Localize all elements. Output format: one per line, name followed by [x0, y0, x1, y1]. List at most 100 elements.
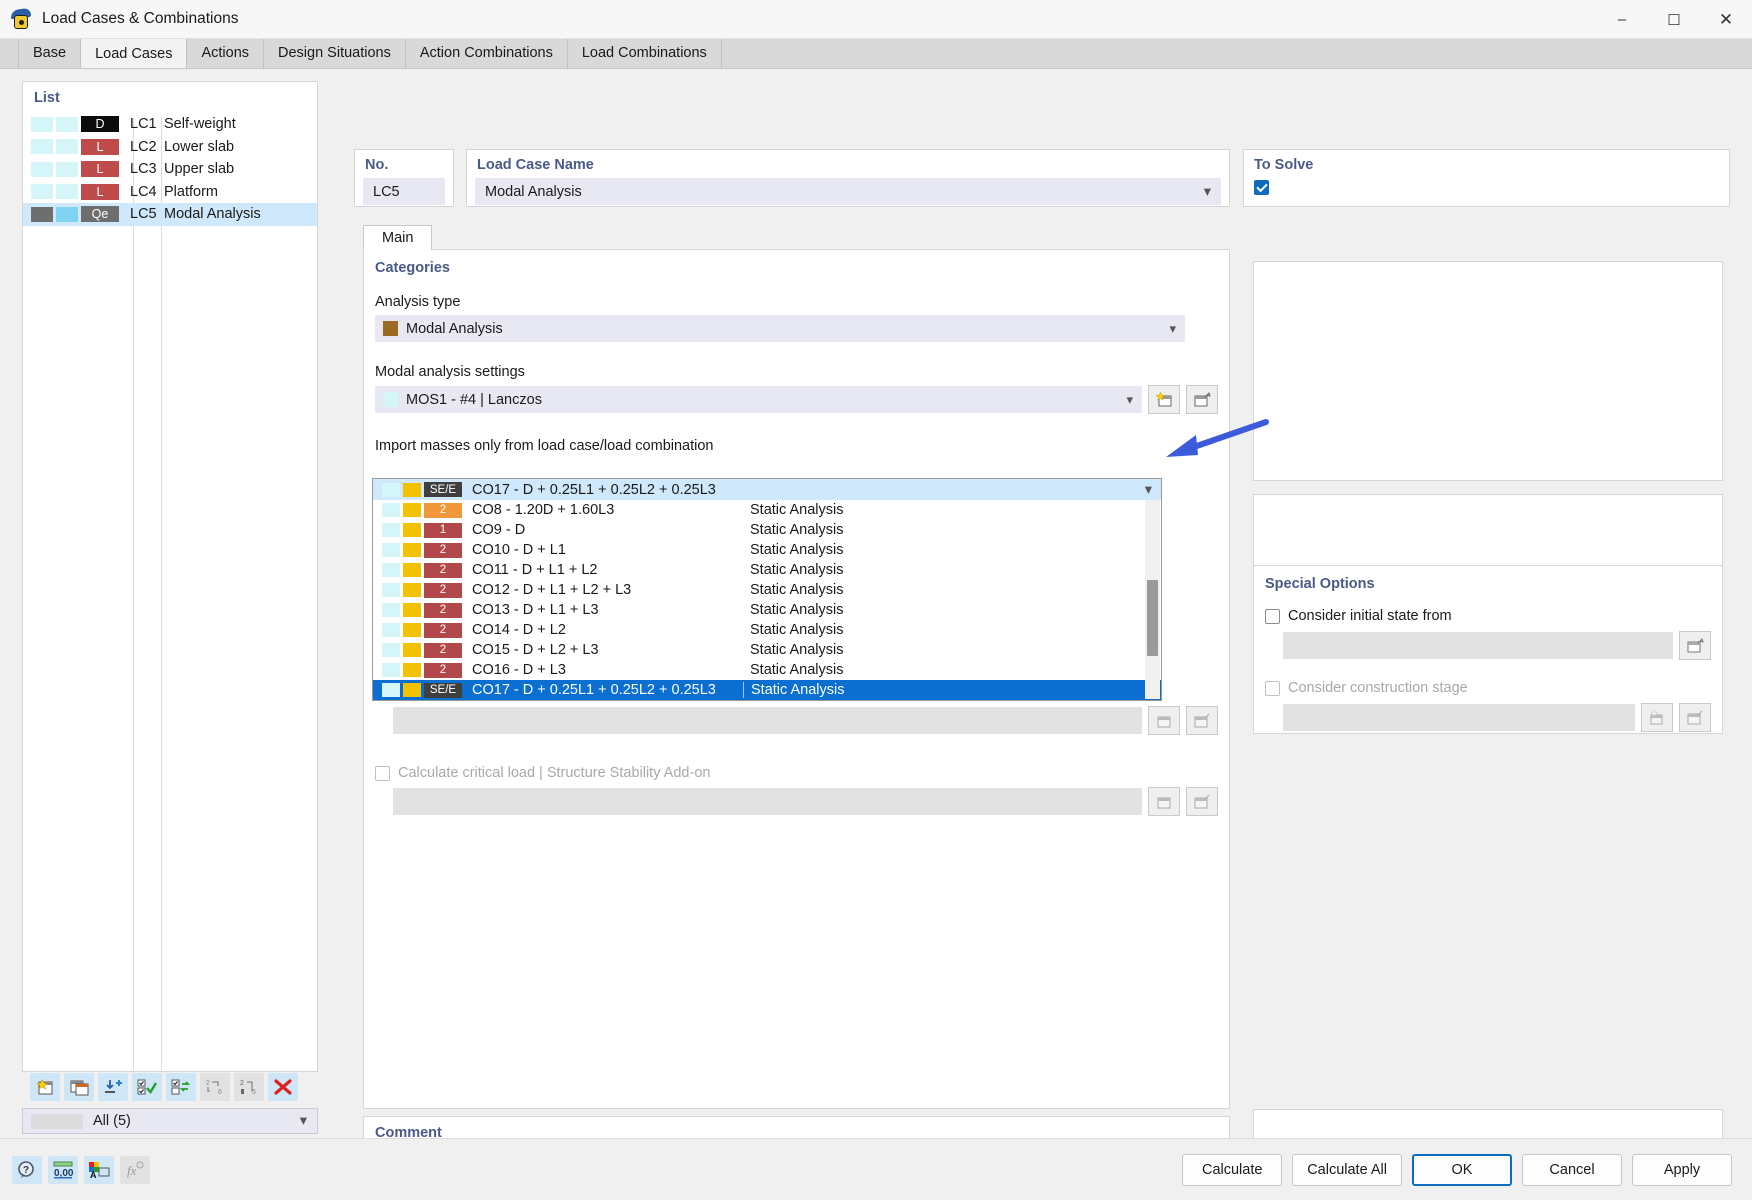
item-name: CO14 - D + L2: [472, 622, 566, 638]
dropdown-item[interactable]: 2 CO8 - 1.20D + 1.60L3 Static Analysis: [373, 500, 1161, 520]
apply-button[interactable]: Apply: [1632, 1153, 1732, 1186]
button-label: Calculate All: [1307, 1161, 1387, 1178]
item-analysis-type: Static Analysis: [750, 642, 844, 658]
critical-load-checkbox[interactable]: [375, 765, 390, 781]
new-modal-settings-button[interactable]: [1148, 385, 1180, 414]
renumber-button[interactable]: 26: [200, 1073, 230, 1101]
scrollbar-thumb[interactable]: [1147, 580, 1158, 656]
new-construction-stage-button: [1641, 703, 1673, 732]
to-solve-label: To Solve: [1254, 157, 1314, 173]
dropdown-scrollbar[interactable]: [1145, 500, 1160, 699]
pointer-arrow-annotation: [1166, 419, 1269, 457]
import-masses-label: Import masses only from load case/load c…: [375, 438, 714, 454]
load-case-row[interactable]: D LC1 Self-weight: [23, 113, 317, 136]
delete-load-case-button[interactable]: [268, 1073, 298, 1101]
select-all-button[interactable]: [132, 1073, 162, 1101]
analysis-type-select[interactable]: Modal Analysis ▾: [375, 315, 1185, 342]
insert-load-case-button[interactable]: [98, 1073, 128, 1101]
calculate-all-button[interactable]: Calculate All: [1292, 1153, 1402, 1186]
item-analysis-type: Static Analysis: [750, 622, 844, 638]
units-button[interactable]: 0,00: [48, 1155, 78, 1184]
dropdown-item[interactable]: 2 CO10 - D + L1 Static Analysis: [373, 540, 1161, 560]
tab-load-cases[interactable]: Load Cases: [80, 38, 188, 68]
title-bar: Load Cases & Combinations – ☐ ✕: [0, 0, 1752, 39]
formula-button[interactable]: fx: [120, 1155, 150, 1184]
construction-stage-checkbox[interactable]: [1265, 680, 1280, 696]
edit-modal-settings-button[interactable]: [1186, 385, 1218, 414]
dropdown-item[interactable]: 2 CO13 - D + L1 + L3 Static Analysis: [373, 600, 1161, 620]
right-mid-panel: [1253, 494, 1723, 566]
dropdown-item[interactable]: 2 CO11 - D + L1 + L2 Static Analysis: [373, 560, 1161, 580]
tab-actions[interactable]: Actions: [186, 38, 265, 68]
button-label: Cancel: [1549, 1161, 1595, 1178]
item-badge: 2: [424, 502, 462, 518]
tab-strip: Base Load Cases Actions Design Situations Ac…: [0, 38, 1752, 69]
tab-design-situations[interactable]: Design Situations: [263, 38, 406, 68]
tab-label: Actions: [201, 45, 250, 61]
help-button[interactable]: ?: [12, 1155, 42, 1184]
ok-button[interactable]: OK: [1412, 1153, 1512, 1186]
new-load-case-button[interactable]: [30, 1073, 60, 1101]
dropdown-item[interactable]: 2 CO12 - D + L1 + L2 + L3 Static Analysis: [373, 580, 1161, 600]
load-case-name-value: Modal Analysis: [485, 183, 582, 200]
dropdown-item[interactable]: 2 CO14 - D + L2 Static Analysis: [373, 620, 1161, 640]
svg-text:fx: fx: [127, 1163, 137, 1178]
new-structure-modification-button: [1148, 706, 1180, 735]
item-swatch-2: [403, 543, 421, 557]
item-analysis-type: Static Analysis: [750, 502, 844, 518]
item-swatch-1: [382, 543, 400, 557]
load-case-row[interactable]: L LC2 Lower slab: [23, 136, 317, 159]
invert-selection-button[interactable]: [166, 1073, 196, 1101]
edit-initial-state-button[interactable]: [1679, 631, 1711, 660]
tab-label: Load Combinations: [581, 45, 707, 61]
load-case-row[interactable]: L LC4 Platform: [23, 181, 317, 204]
load-case-name-input[interactable]: Modal Analysis ▾: [475, 178, 1221, 205]
tab-action-combinations[interactable]: Action Combinations: [404, 38, 568, 68]
load-case-row[interactable]: L LC3 Upper slab: [23, 158, 317, 181]
minimize-button[interactable]: –: [1596, 0, 1648, 39]
close-button[interactable]: ✕: [1700, 0, 1752, 39]
item-badge: 2: [424, 642, 462, 658]
tab-label: Load Cases: [95, 45, 173, 62]
list-filter-dropdown[interactable]: All (5) ▾: [22, 1108, 318, 1134]
svg-text:?: ?: [23, 1165, 29, 1176]
maximize-button[interactable]: ☐: [1648, 0, 1700, 39]
dropdown-selected-row[interactable]: SE/E CO17 - D + 0.25L1 + 0.25L2 + 0.25L3…: [373, 479, 1161, 500]
chevron-down-icon[interactable]: ▾: [1126, 392, 1133, 408]
button-label: Apply: [1663, 1161, 1701, 1178]
item-name: CO15 - D + L2 + L3: [472, 642, 599, 658]
dropdown-item[interactable]: 2 CO16 - D + L3 Static Analysis: [373, 660, 1161, 680]
item-swatch-2: [403, 623, 421, 637]
dropdown-item[interactable]: 1 CO9 - D Static Analysis: [373, 520, 1161, 540]
renumber-sequential-button[interactable]: 26: [234, 1073, 264, 1101]
load-case-row[interactable]: Qe LC5 Modal Analysis: [23, 203, 317, 226]
dropdown-item[interactable]: SE/E CO17 - D + 0.25L1 + 0.25L2 + 0.25L3 S…: [373, 680, 1161, 700]
filter-value: All (5): [93, 1113, 131, 1129]
item-name: CO12 - D + L1 + L2 + L3: [472, 582, 632, 598]
item-name: CO16 - D + L3: [472, 662, 566, 678]
item-badge: 2: [424, 582, 462, 598]
no-input[interactable]: LC5: [363, 178, 445, 205]
row-name: Lower slab: [164, 138, 235, 155]
calculate-button[interactable]: Calculate: [1182, 1153, 1283, 1186]
initial-state-input[interactable]: [1283, 632, 1673, 659]
cancel-button[interactable]: Cancel: [1522, 1153, 1622, 1186]
modal-settings-select[interactable]: MOS1 - #4 | Lanczos ▾: [375, 386, 1142, 413]
load-case-name-label: Load Case Name: [477, 157, 594, 173]
row-name: Platform: [164, 183, 218, 200]
chevron-down-icon[interactable]: ▾: [1145, 482, 1152, 498]
to-solve-checkbox[interactable]: [1254, 180, 1269, 195]
import-masses-dropdown[interactable]: SE/E CO17 - D + 0.25L1 + 0.25L2 + 0.25L3…: [372, 478, 1162, 701]
row-number: LC5: [130, 206, 157, 223]
tab-base[interactable]: Base: [18, 38, 82, 68]
row-number: LC4: [130, 183, 157, 200]
tab-main[interactable]: Main: [363, 225, 433, 250]
dropdown-item[interactable]: 2 CO15 - D + L2 + L3 Static Analysis: [373, 640, 1161, 660]
initial-state-checkbox[interactable]: [1265, 608, 1280, 624]
tab-load-combinations[interactable]: Load Combinations: [566, 38, 722, 68]
chevron-down-icon[interactable]: ▾: [1204, 184, 1211, 200]
item-swatch-1: [382, 563, 400, 577]
chevron-down-icon[interactable]: ▾: [1169, 321, 1176, 337]
display-properties-button[interactable]: A: [84, 1155, 114, 1184]
copy-load-case-button[interactable]: [64, 1073, 94, 1101]
